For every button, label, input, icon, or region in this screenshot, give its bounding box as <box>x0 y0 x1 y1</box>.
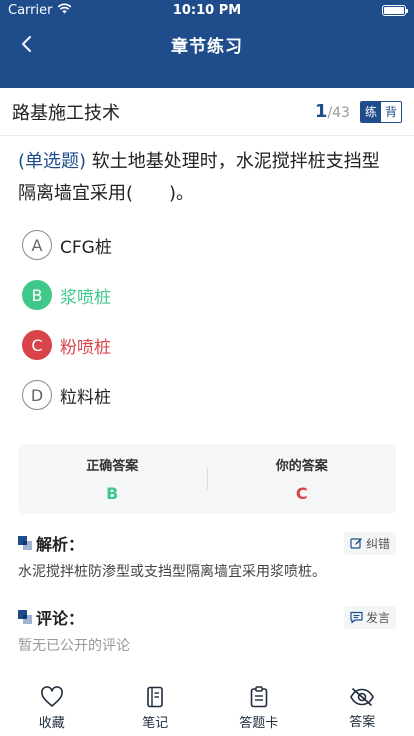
comments-empty-text: 暂无已公开的评论 <box>18 638 130 654</box>
edit-icon <box>350 537 362 549</box>
heart-icon <box>40 685 63 707</box>
chapter-controls: 1/43 练 背 <box>315 100 402 123</box>
back-button[interactable] <box>12 30 40 58</box>
tab-notes-label: 笔记 <box>142 715 169 731</box>
tab-answer-sheet[interactable]: 答题卡 <box>207 680 311 736</box>
analysis-section: 解析： 纠错 水泥搅拌桩防渗型或支挡型隔离墙宜采用浆喷桩。 <box>0 530 414 582</box>
mode-practice-button[interactable]: 练 <box>360 101 381 122</box>
tab-answer[interactable]: 答案 <box>311 680 414 736</box>
option-text: 粒料桩 <box>60 387 111 408</box>
page-title: 章节练习 <box>171 36 243 57</box>
answer-summary: 正确答案 B 你的答案 C <box>18 444 396 514</box>
comments-section: 评论： 发言 暂无已公开的评论 <box>0 604 414 656</box>
comments-title: 评论： <box>18 605 84 629</box>
option-text: CFG桩 <box>60 237 112 258</box>
chapter-title: 路基施工技术 <box>12 102 120 124</box>
tab-notes[interactable]: 笔记 <box>104 680 208 736</box>
your-answer-label: 你的答案 <box>275 459 328 474</box>
status-bar: Carrier 10:10 PM <box>0 0 414 20</box>
carrier-label: Carrier <box>8 2 53 18</box>
wifi-icon <box>57 3 72 18</box>
option-letter: C <box>22 330 52 360</box>
chevron-left-icon <box>22 36 31 52</box>
your-answer-value: C <box>295 484 308 503</box>
post-comment-label: 发言 <box>365 610 390 625</box>
option-letter: A <box>22 230 52 260</box>
tab-answer-sheet-label: 答题卡 <box>239 715 279 731</box>
chapter-row: 路基施工技术 1/43 练 背 <box>0 88 414 136</box>
your-answer: 你的答案 C <box>208 455 397 503</box>
comment-icon <box>350 611 363 623</box>
eye-off-icon <box>350 687 375 706</box>
option-b[interactable]: B 浆喷桩 <box>22 270 392 320</box>
battery-icon <box>382 4 408 16</box>
comments-title-text: 评论： <box>36 609 85 628</box>
report-error-label: 纠错 <box>365 536 390 551</box>
option-text: 粉喷桩 <box>60 337 111 358</box>
header: Carrier 10:10 PM 章节练习 <box>0 0 414 88</box>
option-letter: B <box>22 280 52 310</box>
analysis-text: 水泥搅拌桩防渗型或支挡型隔离墙宜采用浆喷桩。 <box>18 564 326 580</box>
section-squares-icon <box>18 610 32 624</box>
bottom-tabbar: 收藏 笔记 答题卡 答案 <box>0 680 414 736</box>
mode-toggle: 练 背 <box>359 100 402 123</box>
correct-answer-value: B <box>106 484 119 503</box>
question-stem: (单选题) 软土地基处理时，水泥搅拌桩支挡型隔离墙宜采用( )。 <box>0 136 414 210</box>
nav-bar: 章节练习 <box>0 22 414 66</box>
answer-sheet-icon <box>250 685 268 707</box>
question-progress: 1/43 <box>315 101 350 122</box>
analysis-header: 解析： 纠错 <box>18 530 396 556</box>
option-a[interactable]: A CFG桩 <box>22 220 392 270</box>
mode-memorize-button[interactable]: 背 <box>380 101 401 122</box>
status-time: 10:10 PM <box>172 2 242 18</box>
analysis-title-text: 解析： <box>36 535 85 554</box>
notebook-icon <box>147 686 164 707</box>
option-d[interactable]: D 粒料桩 <box>22 370 392 420</box>
question-type: (单选题) <box>18 151 87 172</box>
tab-favorite-label: 收藏 <box>38 715 65 731</box>
option-text: 浆喷桩 <box>60 287 111 308</box>
total-questions: /43 <box>327 105 350 121</box>
report-error-button[interactable]: 纠错 <box>343 531 396 555</box>
current-question-number: 1 <box>314 101 328 122</box>
option-c[interactable]: C 粉喷桩 <box>22 320 392 370</box>
section-squares-icon <box>18 536 32 550</box>
options-list: A CFG桩 B 浆喷桩 C 粉喷桩 D 粒料桩 <box>0 210 414 420</box>
analysis-title: 解析： <box>18 531 84 555</box>
tab-favorite[interactable]: 收藏 <box>0 680 104 736</box>
status-left: Carrier <box>8 3 72 18</box>
correct-answer-label: 正确答案 <box>86 459 139 474</box>
comments-header: 评论： 发言 <box>18 604 396 630</box>
tab-answer-label: 答案 <box>349 714 376 730</box>
correct-answer: 正确答案 B <box>18 455 207 503</box>
post-comment-button[interactable]: 发言 <box>343 605 396 629</box>
option-letter: D <box>22 380 52 410</box>
